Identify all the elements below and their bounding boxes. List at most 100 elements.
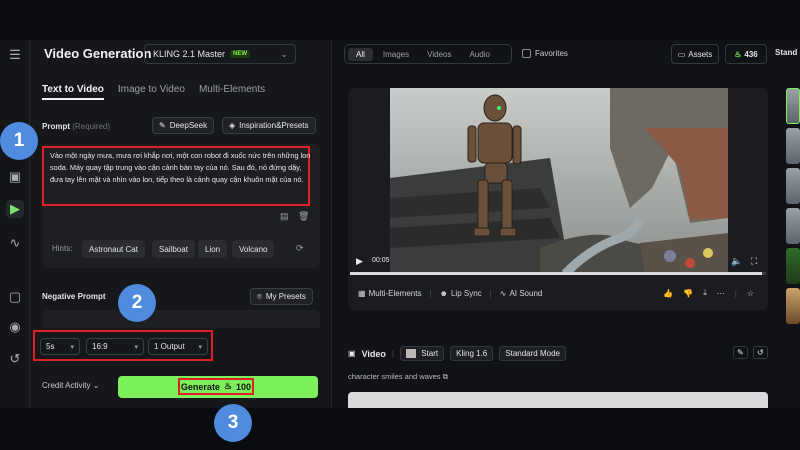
lip-sync-action[interactable]: ☻ Lip Sync — [440, 289, 482, 298]
tab-multi-elements[interactable]: Multi-Elements — [199, 84, 265, 100]
tag-start-label: Start — [421, 349, 439, 358]
caption-text: character smiles and waves — [348, 372, 441, 381]
favorites-checkbox[interactable] — [522, 49, 531, 58]
star-icon[interactable]: ☆ — [747, 289, 754, 298]
favorites-label: Favorites — [535, 49, 568, 58]
hints-label: Hints: — [52, 244, 73, 253]
pin-icon: ⌾ — [257, 291, 262, 301]
tag-start[interactable]: Start — [399, 346, 445, 362]
refresh-icon[interactable]: ⟳ — [296, 243, 304, 254]
lip-sync-label: Lip Sync — [450, 288, 482, 298]
multi-elements-action[interactable]: ▦ Multi-Elements — [358, 289, 421, 298]
duration-value: 5s — [46, 342, 55, 351]
generate-text: Generate — [180, 381, 220, 392]
credits-balance[interactable]: ♨ 436 — [725, 44, 767, 64]
fullscreen-icon[interactable]: ⛶ — [751, 256, 757, 267]
tab-image-to-video[interactable]: Image to Video — [118, 84, 185, 100]
app-window: ☰ ▣ ▶ ∿ ▢ ◉ ↺ Video Generation KLING 2.1… — [0, 40, 800, 408]
ai-sound-label: AI Sound — [509, 288, 543, 298]
thumbnail[interactable] — [786, 248, 800, 284]
edit-icon[interactable]: ✎ — [733, 346, 748, 359]
generate-cost: 100 — [236, 381, 252, 392]
trash-icon[interactable]: 🗑 — [298, 211, 309, 222]
play-icon[interactable]: ▶ — [356, 256, 363, 267]
download-icon[interactable]: ⤓ — [703, 288, 707, 298]
assets-button[interactable]: ▭ Assets — [671, 44, 719, 64]
step-badge-1: 1 — [0, 122, 38, 160]
assets-label: Assets — [688, 49, 713, 59]
sound-wave-icon: ∿ — [499, 288, 507, 298]
video-progress[interactable] — [350, 272, 766, 275]
filter-all[interactable]: All — [348, 47, 373, 61]
thumbnail[interactable] — [786, 168, 800, 204]
hint-chip[interactable]: Sailboat — [152, 240, 195, 258]
top-margin — [0, 0, 800, 40]
library-icon[interactable]: ▢ — [6, 288, 24, 306]
chevron-down-icon: ▾ — [70, 343, 74, 351]
ai-sound-action[interactable]: ∿ AI Sound — [500, 289, 543, 298]
generate-label[interactable]: Generate ♨ 100 — [178, 378, 254, 395]
eye-icon[interactable]: ◉ — [6, 318, 24, 336]
menu-icon[interactable]: ☰ — [6, 46, 24, 64]
prompt-required: (Required) — [72, 122, 111, 131]
tag-model: Kling 1.6 — [450, 346, 494, 362]
my-presets-button[interactable]: ⌾ My Presets — [250, 288, 313, 305]
copy-icon[interactable]: ⧉ — [443, 372, 448, 381]
video-actions: ▦ Multi-Elements | ☻ Lip Sync | ∿ AI Sou… — [348, 278, 768, 308]
hint-chip[interactable]: Lion — [198, 240, 228, 258]
favorites-toggle[interactable]: Favorites — [522, 49, 568, 58]
step-badge-2: 2 — [118, 284, 156, 322]
history-icon[interactable]: ↺ — [6, 350, 24, 368]
chevron-down-icon: ▾ — [134, 343, 138, 351]
negative-prompt-label: Negative Prompt — [42, 292, 106, 301]
outputs-select[interactable]: 1 Output ▾ — [148, 338, 208, 355]
tab-text-to-video[interactable]: Text to Video — [42, 84, 104, 100]
thumbnail[interactable] — [786, 288, 800, 324]
thumbnail[interactable] — [786, 208, 800, 244]
video-progress-fill — [350, 272, 762, 275]
video-icon[interactable]: ▶ — [6, 200, 24, 218]
thumbnail[interactable] — [786, 88, 800, 124]
left-rail: ☰ ▣ ▶ ∿ ▢ ◉ ↺ — [0, 40, 30, 408]
deepseek-button[interactable]: ✎ DeepSeek — [152, 117, 215, 134]
filter-audio[interactable]: Audio — [461, 48, 497, 61]
more-icon[interactable]: ⋯ — [717, 289, 725, 298]
thumbs-up-icon[interactable]: 👍 — [663, 289, 673, 298]
hint-chip[interactable]: Astronaut Cat — [82, 240, 145, 258]
thumbs-down-icon[interactable]: 👎 — [683, 289, 693, 298]
ratio-select[interactable]: 16:9 ▾ — [86, 338, 144, 355]
duration-select[interactable]: 5s ▾ — [40, 338, 80, 355]
model-name: KLING 2.1 Master — [153, 49, 226, 59]
next-video-preview[interactable] — [348, 392, 768, 408]
hint-chip[interactable]: Volcano — [232, 240, 275, 258]
prompt-label-text: Prompt — [42, 122, 70, 131]
credit-activity-link[interactable]: Credit Activity ⌄ — [42, 381, 99, 390]
video-preview[interactable] — [390, 88, 728, 274]
divider: | — [391, 349, 394, 359]
video-time: 00:05 — [372, 257, 390, 264]
negative-prompt-box[interactable] — [42, 310, 320, 328]
filter-tabs: All Images Videos Audio — [344, 44, 512, 64]
divider: | — [429, 288, 432, 298]
credit-activity-label: Credit Activity — [42, 381, 91, 390]
thumbnail-strip — [786, 88, 800, 328]
plan-label[interactable]: Stand — [775, 48, 797, 57]
panel-title: Video Generation — [44, 46, 152, 61]
filter-videos[interactable]: Videos — [419, 48, 459, 61]
layers-icon: ▦ — [358, 288, 366, 298]
result-heading: Video — [361, 348, 386, 359]
thumbnail[interactable] — [786, 128, 800, 164]
volume-icon[interactable]: 🔈 — [731, 256, 742, 267]
prompt-text[interactable]: Vào một ngày mưa, mưa rơi khắp nơi, một … — [50, 150, 316, 186]
retry-icon[interactable]: ↺ — [753, 346, 768, 359]
inspiration-button[interactable]: ◈ Inspiration&Presets — [222, 117, 316, 134]
my-presets-label: My Presets — [265, 292, 306, 301]
model-select[interactable]: KLING 2.1 Master NEW ⌄ — [144, 44, 296, 64]
deepseek-label: DeepSeek — [169, 121, 208, 130]
filter-images[interactable]: Images — [375, 48, 417, 61]
image-icon[interactable]: ▣ — [6, 168, 24, 186]
save-icon[interactable]: ▤ — [280, 211, 289, 222]
mode-tabs: Text to Video Image to Video Multi-Eleme… — [42, 84, 265, 100]
audio-icon[interactable]: ∿ — [6, 234, 24, 252]
bottom-margin — [0, 408, 800, 450]
